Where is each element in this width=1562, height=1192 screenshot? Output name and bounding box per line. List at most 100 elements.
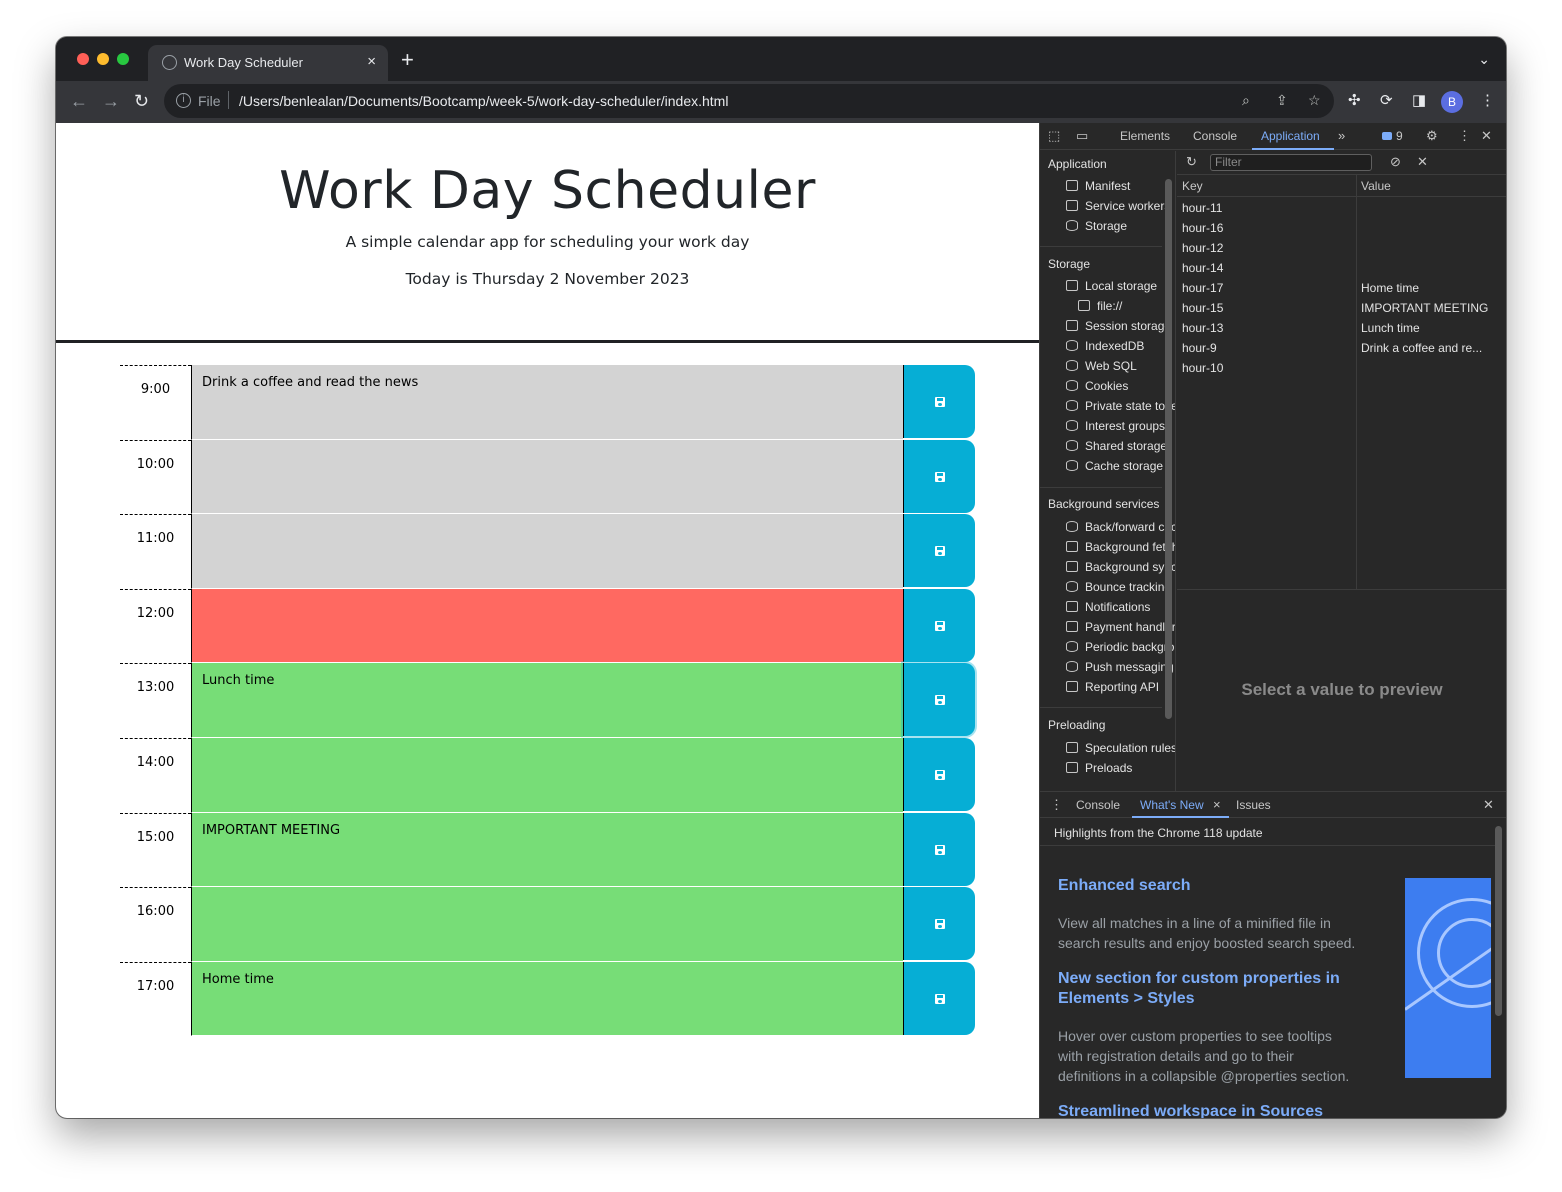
tab-elements[interactable]: Elements <box>1120 129 1170 143</box>
database-icon <box>1066 460 1078 471</box>
sidebar-item-background-fetch[interactable]: Background fetch <box>1066 540 1175 558</box>
close-tab-icon[interactable]: × <box>1213 797 1221 812</box>
sidebar-item-reporting-api[interactable]: Reporting API <box>1066 680 1175 698</box>
forward-icon[interactable]: → <box>102 91 120 111</box>
sidebar-item-storage[interactable]: Storage <box>1066 219 1175 237</box>
drawer-tab-console[interactable]: Console <box>1076 798 1120 812</box>
feature-heading[interactable]: New section for custom properties in Ele… <box>1058 969 1358 1009</box>
sidebar-item-local-storage[interactable]: ▼Local storage <box>1066 279 1175 297</box>
sidebar-item-web-sql[interactable]: Web SQL <box>1066 359 1175 377</box>
sidebar-item-cookies[interactable]: ▶Cookies <box>1066 379 1175 397</box>
save-button[interactable] <box>903 514 975 588</box>
save-button[interactable] <box>903 961 975 1035</box>
close-window-button[interactable] <box>77 53 89 65</box>
sidebar-item-service-workers[interactable]: Service workers <box>1066 199 1175 217</box>
sidebar-item-push-messaging[interactable]: Push messaging <box>1066 660 1175 678</box>
sidebar-item-periodic-background-sync[interactable]: Periodic background sync <box>1066 640 1175 658</box>
save-button[interactable] <box>903 365 975 438</box>
filter-input[interactable]: Filter <box>1210 154 1372 171</box>
new-tab-button[interactable]: + <box>401 49 414 71</box>
sidebar-item-notifications[interactable]: Notifications <box>1066 600 1175 618</box>
save-button[interactable] <box>903 439 975 513</box>
description-textarea[interactable] <box>191 588 903 664</box>
sidebar-item-payment-handler[interactable]: Payment handler <box>1066 620 1175 638</box>
performance-icon[interactable]: ⟳ <box>1380 92 1393 110</box>
avatar[interactable]: B <box>1441 91 1463 113</box>
feature-heading[interactable]: Streamlined workspace in Sources <box>1058 1102 1368 1118</box>
url-text[interactable]: /Users/benlealan/Documents/Bootcamp/week… <box>239 93 728 109</box>
table-row[interactable]: hour-15 IMPORTANT MEETING <box>1177 298 1506 318</box>
drawer-tab-whats-new[interactable]: What's New <box>1140 798 1204 812</box>
feature-heading[interactable]: Enhanced search <box>1058 876 1368 896</box>
sidebar-item-preloads[interactable]: Preloads <box>1066 761 1175 779</box>
drawer-scrollbar[interactable] <box>1495 826 1502 1016</box>
description-textarea[interactable]: IMPORTANT MEETING <box>191 812 903 888</box>
sidebar-item-manifest[interactable]: Manifest <box>1066 179 1175 197</box>
description-textarea[interactable] <box>191 887 903 962</box>
value-column-header[interactable]: Value <box>1361 179 1391 193</box>
table-row[interactable]: hour-9 Drink a coffee and re... <box>1177 338 1506 358</box>
browser-tab[interactable]: Work Day Scheduler × <box>148 45 388 81</box>
table-row[interactable]: hour-16 <box>1177 218 1506 238</box>
sidebar-item-cache-storage[interactable]: Cache storage <box>1066 459 1175 477</box>
inspect-icon[interactable]: ⬚ <box>1048 128 1060 144</box>
delete-selected-icon[interactable]: ✕ <box>1417 154 1428 170</box>
more-options-icon[interactable]: ⋮ <box>1458 128 1471 144</box>
save-button[interactable] <box>903 812 975 886</box>
description-textarea[interactable]: Lunch time <box>191 663 903 738</box>
back-icon[interactable]: ← <box>70 91 88 111</box>
save-button[interactable] <box>903 588 975 662</box>
save-button[interactable] <box>903 887 975 961</box>
close-icon[interactable]: ✕ <box>1481 128 1492 144</box>
tab-application[interactable]: Application <box>1261 129 1320 143</box>
device-toolbar-icon[interactable]: ▭ <box>1076 128 1088 144</box>
extensions-icon[interactable]: ✣ <box>1348 92 1361 110</box>
description-textarea[interactable]: Drink a coffee and read the news <box>191 365 903 440</box>
description-textarea[interactable] <box>191 514 903 589</box>
sidebar-scrollbar[interactable] <box>1165 179 1172 719</box>
table-row[interactable]: hour-17 Home time <box>1177 278 1506 298</box>
reload-icon[interactable]: ↻ <box>134 91 149 111</box>
description-textarea[interactable] <box>191 737 903 813</box>
table-row[interactable]: hour-11 <box>1177 198 1506 218</box>
sidebar-item-shared-storage[interactable]: ▶Shared storage <box>1066 439 1175 457</box>
sidebar-item-file-origin[interactable]: file:// <box>1078 299 1175 317</box>
save-button[interactable] <box>903 737 975 811</box>
sidebar-item-session-storage[interactable]: ▶Session storage <box>1066 319 1175 337</box>
table-row[interactable]: hour-14 <box>1177 258 1506 278</box>
description-textarea[interactable] <box>191 439 903 515</box>
menu-icon[interactable]: ⋮ <box>1480 92 1495 110</box>
gear-icon[interactable]: ⚙ <box>1426 128 1438 144</box>
sidebar-item-back-forward-cache[interactable]: Back/forward cache <box>1066 520 1175 538</box>
sidebar-item-bounce-tracking[interactable]: Bounce tracking mitigations <box>1066 580 1175 598</box>
table-row[interactable]: hour-10 <box>1177 358 1506 378</box>
clear-all-icon[interactable]: ⊘ <box>1390 154 1401 170</box>
share-icon[interactable]: ⇪ <box>1276 92 1288 109</box>
sidebar-item-private-state-tokens[interactable]: Private state tokens <box>1066 399 1175 417</box>
close-tab-icon[interactable]: × <box>367 53 376 70</box>
zoom-window-button[interactable] <box>117 53 129 65</box>
table-row[interactable]: hour-12 <box>1177 238 1506 258</box>
close-drawer-icon[interactable]: ✕ <box>1483 797 1494 813</box>
drawer-menu-icon[interactable]: ⋮ <box>1050 797 1063 813</box>
sidebar-item-background-sync[interactable]: Background sync <box>1066 560 1175 578</box>
chevron-down-icon[interactable]: ⌄ <box>1478 51 1490 68</box>
zoom-icon[interactable]: ⌕ <box>1242 92 1250 109</box>
save-button[interactable] <box>903 663 975 737</box>
description-textarea[interactable]: Home time <box>191 961 903 1037</box>
sidebar-item-interest-groups[interactable]: Interest groups <box>1066 419 1175 437</box>
more-tabs-icon[interactable]: » <box>1338 128 1345 143</box>
table-row[interactable]: hour-13 Lunch time <box>1177 318 1506 338</box>
address-bar[interactable]: i File /Users/benlealan/Documents/Bootca… <box>164 84 1334 118</box>
info-icon[interactable]: i <box>176 93 191 108</box>
key-column-header[interactable]: Key <box>1182 179 1203 193</box>
drawer-tab-issues[interactable]: Issues <box>1236 798 1271 812</box>
side-panel-icon[interactable]: ◨ <box>1412 92 1426 110</box>
refresh-icon[interactable]: ↻ <box>1186 154 1197 170</box>
bookmark-star-icon[interactable]: ☆ <box>1308 92 1321 109</box>
sidebar-item-indexeddb[interactable]: IndexedDB <box>1066 339 1175 357</box>
tab-console[interactable]: Console <box>1193 129 1237 143</box>
issues-badge[interactable]: 9 <box>1382 129 1403 143</box>
sidebar-item-speculation-rules[interactable]: Speculation rules <box>1066 741 1175 759</box>
minimize-window-button[interactable] <box>97 53 109 65</box>
